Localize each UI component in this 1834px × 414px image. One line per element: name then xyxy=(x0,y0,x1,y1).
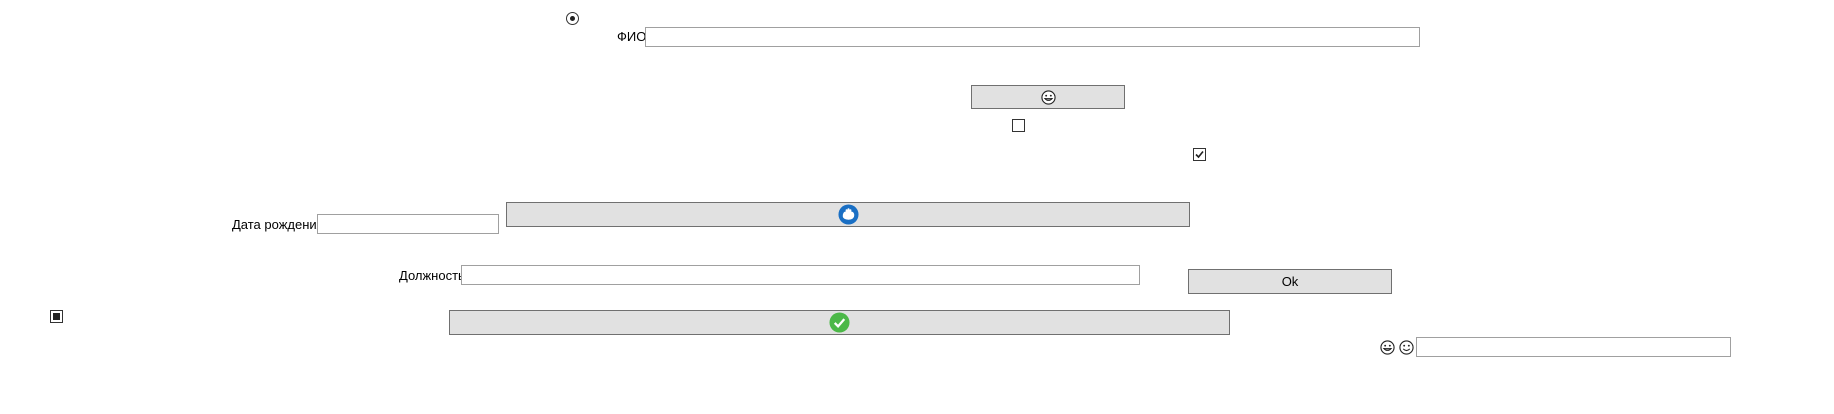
smiley-button[interactable] xyxy=(971,85,1125,109)
smiling-face-icon xyxy=(1399,340,1414,355)
green-check-button[interactable] xyxy=(449,310,1230,335)
checkbox-indeterminate[interactable] xyxy=(50,310,63,323)
birth-date-input[interactable] xyxy=(317,214,499,234)
green-check-icon xyxy=(829,312,850,333)
grinning-face-icon xyxy=(1040,89,1056,105)
checkmark-icon xyxy=(1195,150,1204,159)
checkbox-unchecked[interactable] xyxy=(1012,119,1025,132)
grinning-face-icon xyxy=(1380,340,1395,355)
position-input[interactable] xyxy=(461,265,1140,285)
blue-hand-icon xyxy=(837,204,859,225)
position-label: Должность xyxy=(399,268,465,283)
checkbox-checked[interactable] xyxy=(1193,148,1206,161)
birth-date-label: Дата рождения xyxy=(232,217,324,232)
radio-dot xyxy=(570,16,575,21)
fio-input[interactable] xyxy=(645,27,1420,47)
bottom-input[interactable] xyxy=(1416,337,1731,357)
indeterminate-mark xyxy=(53,313,60,320)
fio-label: ФИО xyxy=(617,29,647,44)
ok-button[interactable]: Ok xyxy=(1188,269,1392,294)
radio-button[interactable] xyxy=(566,12,579,25)
blue-icon-button[interactable] xyxy=(506,202,1190,227)
